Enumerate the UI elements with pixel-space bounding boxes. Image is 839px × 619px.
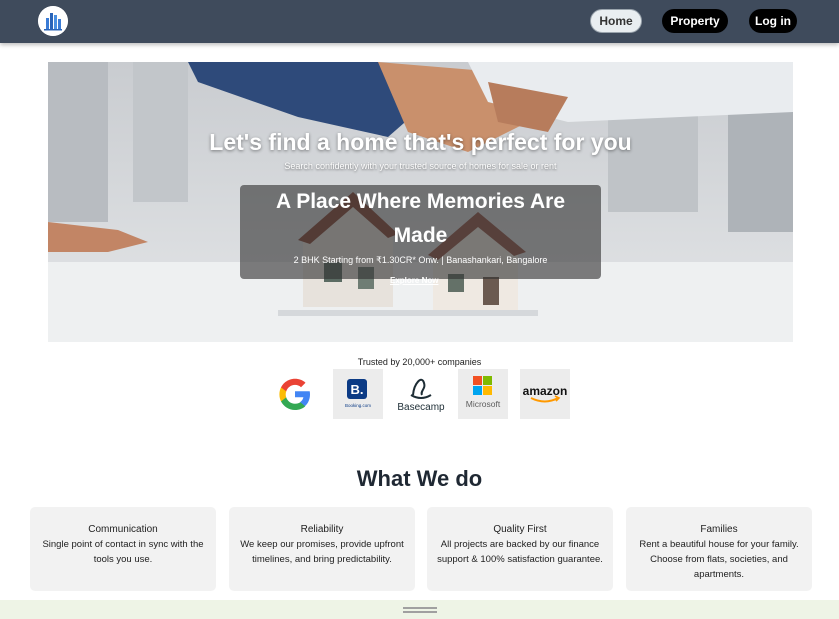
nav-property-button[interactable]: Property xyxy=(662,9,728,33)
featured-property-details: 2 BHK Starting from ₹1.30CR* Onw. | Bana… xyxy=(293,255,548,265)
service-card-communication: Communication Single point of contact in… xyxy=(30,507,216,591)
booking-logo-icon: B. Booking.com xyxy=(333,369,383,419)
service-card-text: We keep our promises, provide upfront ti… xyxy=(240,539,404,565)
featured-property-card: A Place Where Memories Are Made 2 BHK St… xyxy=(240,185,601,279)
service-card-title: Communication xyxy=(88,524,158,535)
hero-subtitle: Search confidently with your trusted sou… xyxy=(284,161,557,171)
nav-home-button[interactable]: Home xyxy=(590,9,642,33)
service-card-title: Families xyxy=(700,524,738,535)
featured-property-title: A Place Where Memories Are Made xyxy=(275,190,566,247)
amazon-logo-icon: amazon xyxy=(520,369,570,419)
amazon-logo-text: amazon xyxy=(523,384,568,398)
navbar: Home Property Log in xyxy=(0,0,839,43)
hero-title: Let's find a home that's perfect for you xyxy=(209,129,632,155)
bottom-panel-bar xyxy=(0,600,839,619)
drag-handle-icon[interactable] xyxy=(403,607,437,613)
login-button[interactable]: Log in xyxy=(749,9,797,33)
city-skyline-logo-icon[interactable] xyxy=(38,6,68,36)
explore-now-link[interactable]: Explore Now xyxy=(390,276,438,285)
microsoft-logo-text: Microsoft xyxy=(466,399,501,409)
booking-logo-text: Booking.com xyxy=(345,403,371,408)
svg-text:B.: B. xyxy=(351,382,364,397)
service-card-text: All projects are backed by our finance s… xyxy=(437,539,603,565)
service-card-reliability: Reliability We keep our promises, provid… xyxy=(229,507,415,591)
service-card-quality-first: Quality First All projects are backed by… xyxy=(427,507,613,591)
basecamp-logo-icon: Basecamp xyxy=(396,369,446,419)
trusted-by-text: Trusted by 20,000+ companies xyxy=(357,357,482,367)
service-card-title: Reliability xyxy=(300,524,344,535)
microsoft-logo-icon: Microsoft xyxy=(458,369,508,419)
service-card-text: Rent a beautiful house for your family. … xyxy=(639,539,799,580)
hero-banner: Let's find a home that's perfect for you… xyxy=(48,62,793,342)
google-logo-icon xyxy=(270,369,320,419)
service-card-families: Families Rent a beautiful house for your… xyxy=(626,507,812,591)
service-card-title: Quality First xyxy=(493,524,547,535)
basecamp-logo-text: Basecamp xyxy=(397,402,445,413)
service-card-text: Single point of contact in sync with the… xyxy=(42,539,204,565)
what-we-do-heading: What We do xyxy=(356,466,483,491)
